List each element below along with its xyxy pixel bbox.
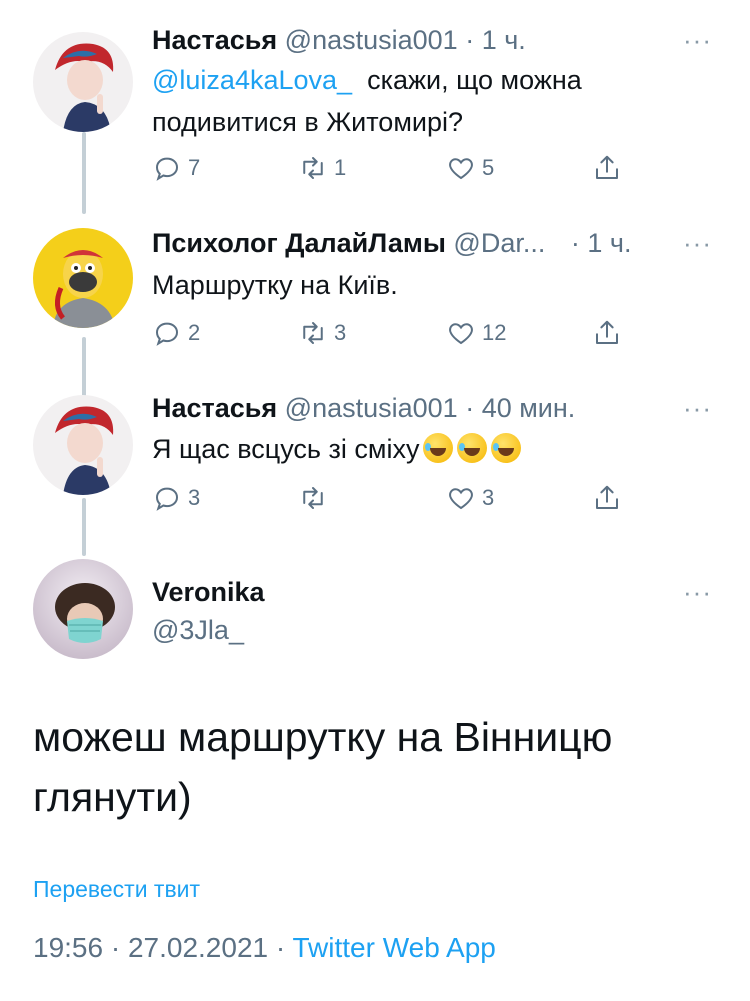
thread-line bbox=[82, 337, 86, 397]
more-icon[interactable]: ··· bbox=[683, 230, 712, 256]
like-count: 3 bbox=[482, 485, 495, 510]
author-handle[interactable]: @Dar... bbox=[453, 228, 545, 258]
share-button[interactable] bbox=[592, 478, 628, 518]
like-count: 12 bbox=[482, 320, 507, 345]
tweet-actions: 3 3 bbox=[152, 478, 632, 518]
mention-link[interactable]: @luiza4kaLova_ bbox=[152, 65, 352, 95]
like-button[interactable]: 12 bbox=[446, 313, 506, 353]
share-button[interactable] bbox=[592, 313, 628, 353]
retweet-icon bbox=[303, 487, 323, 509]
like-icon bbox=[449, 323, 473, 345]
share-button[interactable] bbox=[592, 148, 628, 188]
tweet-actions: 2 3 12 bbox=[152, 313, 632, 353]
retweet-count: 1 bbox=[334, 155, 347, 180]
translate-tweet-link[interactable]: Перевести твит bbox=[33, 876, 200, 903]
tweet-text: Я щас всцусь зі сміху bbox=[152, 428, 672, 470]
author-name[interactable]: Психолог ДалайЛамы bbox=[152, 228, 446, 258]
author-name[interactable]: Настасья bbox=[152, 393, 277, 423]
reply-icon bbox=[155, 157, 179, 181]
tweet-text: Маршрутку на Київ. bbox=[152, 270, 398, 300]
author-handle[interactable]: @nastusia001 bbox=[285, 393, 458, 423]
share-icon bbox=[596, 320, 618, 344]
like-button[interactable]: 3 bbox=[446, 478, 494, 518]
reply-button[interactable]: 7 bbox=[152, 148, 200, 188]
more-icon[interactable]: ··· bbox=[683, 27, 712, 53]
retweet-count: 3 bbox=[334, 320, 347, 345]
share-icon bbox=[596, 155, 618, 179]
tweet-time[interactable]: · 40 мин. bbox=[465, 393, 575, 423]
rolling-on-floor-laughing-emoji bbox=[423, 433, 454, 463]
more-icon[interactable]: ··· bbox=[683, 395, 712, 421]
reply-count: 2 bbox=[188, 320, 201, 345]
tweet-actions: 7 1 5 bbox=[152, 148, 632, 188]
tweet-header: Настасья @nastusia001 · 1 ч. bbox=[152, 23, 526, 57]
reply-button[interactable]: 3 bbox=[152, 478, 200, 518]
tweet-body: Я щас всцусь зі сміху bbox=[152, 434, 420, 464]
reply-icon bbox=[155, 487, 179, 511]
tweet-header: Психолог ДалайЛамы @Dar... · 1 ч. bbox=[152, 226, 631, 260]
retweet-button[interactable]: 1 bbox=[298, 148, 346, 188]
author-handle[interactable]: @nastusia001 bbox=[285, 25, 458, 55]
like-icon bbox=[449, 488, 473, 510]
thread-line bbox=[82, 132, 86, 214]
tweet-source-app[interactable]: Twitter Web App bbox=[292, 932, 495, 963]
reply-count: 3 bbox=[188, 485, 201, 510]
main-author-name[interactable]: Veronika bbox=[152, 575, 265, 609]
tweet-time[interactable]: · 1 ч. bbox=[571, 228, 632, 258]
rolling-on-floor-laughing-emoji bbox=[457, 433, 488, 463]
retweet-icon bbox=[303, 322, 323, 344]
thread-line bbox=[82, 498, 86, 556]
tweet-footer: 19:56 · 27.02.2021 · Twitter Web App bbox=[33, 932, 496, 964]
reply-button[interactable]: 2 bbox=[152, 313, 200, 353]
share-icon bbox=[596, 485, 618, 509]
main-author-handle[interactable]: @3Jla_ bbox=[152, 613, 244, 647]
reply-icon bbox=[155, 322, 179, 346]
retweet-button[interactable] bbox=[298, 478, 334, 518]
tweet-time[interactable]: · 1 ч. bbox=[465, 25, 526, 55]
avatar[interactable] bbox=[33, 32, 133, 132]
more-icon[interactable]: ··· bbox=[683, 579, 712, 605]
reply-count: 7 bbox=[188, 155, 201, 180]
like-icon bbox=[449, 158, 473, 180]
like-button[interactable]: 5 bbox=[446, 148, 494, 188]
avatar[interactable] bbox=[33, 228, 133, 328]
author-name[interactable]: Настасья bbox=[152, 25, 277, 55]
like-count: 5 bbox=[482, 155, 495, 180]
retweet-button[interactable]: 3 bbox=[298, 313, 346, 353]
avatar[interactable] bbox=[33, 395, 133, 495]
retweet-icon bbox=[303, 157, 323, 179]
main-tweet-text: можеш маршрутку на Вінницю глянути) bbox=[33, 714, 613, 820]
rolling-on-floor-laughing-emoji bbox=[491, 433, 522, 463]
avatar[interactable] bbox=[33, 559, 133, 659]
tweet-text: @luiza4kaLova_ скажи, що можна подивитис… bbox=[152, 59, 672, 143]
tweet-timestamp[interactable]: 19:56 · 27.02.2021 · bbox=[33, 932, 285, 963]
tweet-header: Настасья @nastusia001 · 40 мин. bbox=[152, 391, 575, 425]
